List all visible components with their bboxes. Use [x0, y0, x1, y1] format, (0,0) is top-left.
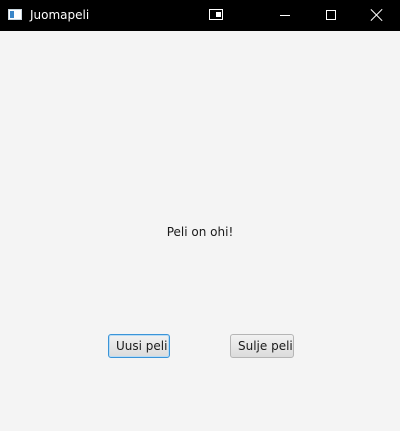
close-button[interactable]: [354, 0, 400, 31]
title-bar[interactable]: Juomapeli: [0, 0, 400, 31]
minimize-icon: [280, 15, 290, 16]
app-icon: [8, 9, 22, 20]
new-game-button[interactable]: Uusi peli: [108, 334, 170, 358]
game-over-message: Peli on ohi!: [166, 225, 234, 239]
window-title: Juomapeli: [30, 8, 90, 22]
maximize-icon: [326, 10, 336, 20]
maximize-button[interactable]: [308, 0, 354, 31]
close-icon: [370, 8, 384, 22]
quit-game-button[interactable]: Sulje peli: [230, 334, 294, 358]
app-window: Juomapeli Peli on ohi! Uusi peli Sulje p…: [0, 0, 400, 431]
snap-layout-icon[interactable]: [209, 9, 223, 20]
minimize-button[interactable]: [262, 0, 308, 31]
